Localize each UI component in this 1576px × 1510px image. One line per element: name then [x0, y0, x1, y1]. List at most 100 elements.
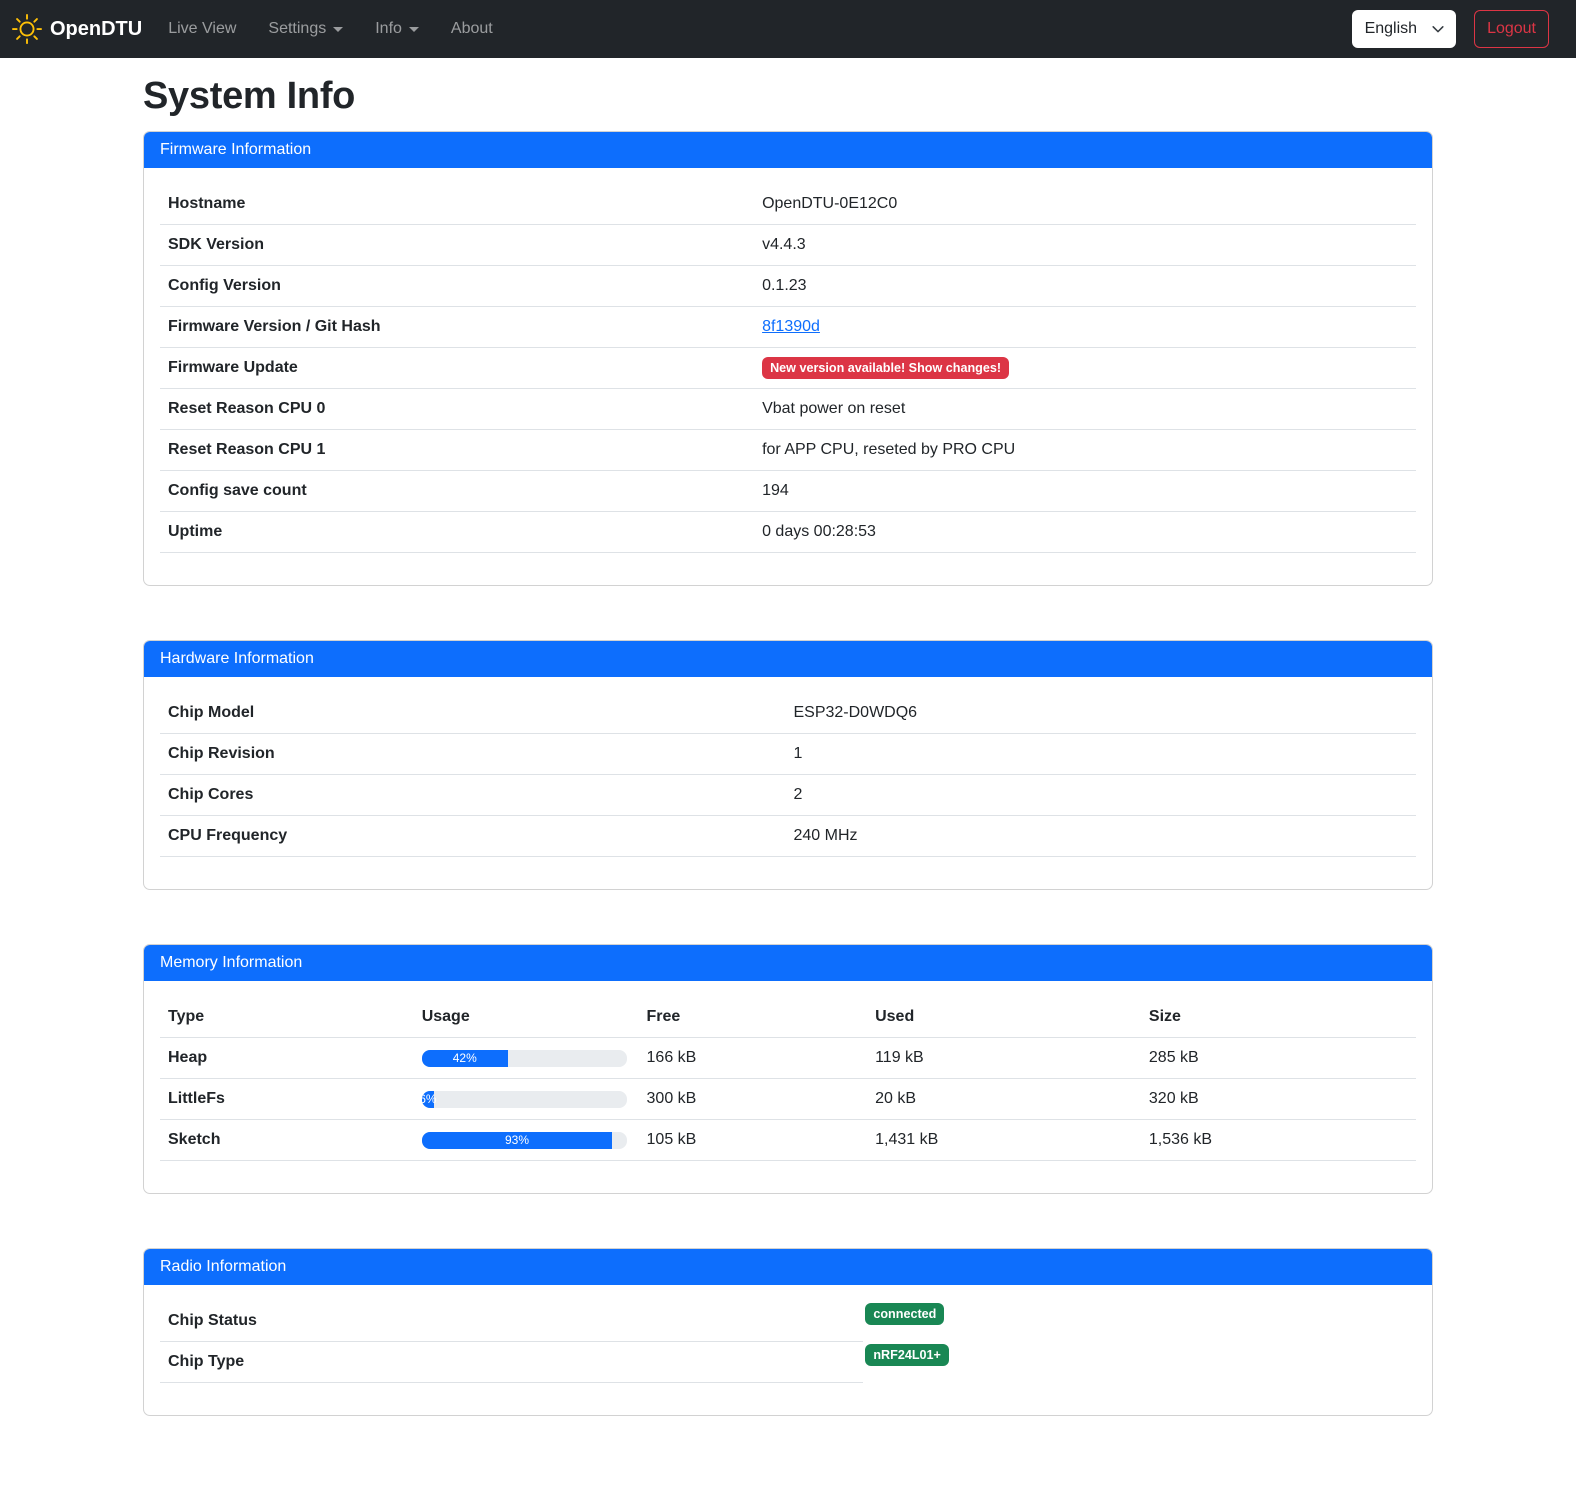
memory-card-body: Type Usage Free Used Size Heap 42%: [144, 981, 1432, 1193]
progress-bar-fill: 93%: [422, 1132, 613, 1149]
free-value: 105 kB: [647, 1131, 697, 1148]
progress-bar-fill: 42%: [422, 1050, 508, 1067]
column-header-type: Type: [160, 997, 414, 1038]
table-row-reset-reason-cpu1: Reset Reason CPU 1 for APP CPU, reseted …: [160, 430, 1416, 471]
table-row-hostname: Hostname OpenDTU-0E12C0: [160, 184, 1416, 225]
nav-links: Live View Settings Info About: [160, 12, 517, 46]
row-label: Firmware Version / Git Hash: [160, 307, 754, 348]
row-label: Reset Reason CPU 1: [160, 430, 754, 471]
table-row-chip-model: Chip Model ESP32-D0WDQ6: [160, 693, 1416, 734]
top-navbar: OpenDTU Live View Settings Info About En…: [0, 0, 1576, 58]
brand-link[interactable]: OpenDTU: [12, 14, 142, 44]
row-value: ESP32-D0WDQ6: [793, 704, 917, 721]
memory-type-label: Heap: [160, 1038, 414, 1079]
memory-card-header: Memory Information: [144, 945, 1432, 981]
size-value: 320 kB: [1149, 1090, 1199, 1107]
free-value: 300 kB: [647, 1090, 697, 1107]
table-row-git-hash: Firmware Version / Git Hash 8f1390d: [160, 307, 1416, 348]
used-value: 20 kB: [875, 1090, 916, 1107]
new-version-badge[interactable]: New version available! Show changes!: [762, 357, 1009, 379]
memory-table-header-row: Type Usage Free Used Size: [160, 997, 1416, 1038]
table-row-firmware-update: Firmware Update New version available! S…: [160, 348, 1416, 389]
hardware-information-card: Hardware Information Chip Model ESP32-D0…: [143, 640, 1433, 890]
navbar-right-group: English Logout: [1352, 10, 1549, 48]
nav-item-live-view[interactable]: Live View: [160, 12, 244, 46]
brand-label: OpenDTU: [50, 18, 142, 41]
column-header-size: Size: [1141, 997, 1416, 1038]
row-label: Chip Model: [160, 693, 785, 734]
table-row-heap: Heap 42% 166 kB 119 kB 285 kB: [160, 1038, 1416, 1079]
table-row-littlefs: LittleFs 6% 300 kB 20 kB 320 kB: [160, 1079, 1416, 1120]
firmware-card-header: Firmware Information: [144, 132, 1432, 168]
size-value: 285 kB: [1149, 1049, 1199, 1066]
caret-down-icon: [409, 27, 419, 32]
firmware-table: Hostname OpenDTU-0E12C0 SDK Version v4.4…: [160, 184, 1416, 553]
row-value: 194: [762, 482, 789, 499]
main-container: System Info Firmware Information Hostnam…: [131, 75, 1445, 1510]
table-row-config-save-count: Config save count 194: [160, 471, 1416, 512]
table-row-reset-reason-cpu0: Reset Reason CPU 0 Vbat power on reset: [160, 389, 1416, 430]
nav-item-settings-label: Settings: [268, 20, 326, 38]
hardware-table: Chip Model ESP32-D0WDQ6 Chip Revision 1 …: [160, 693, 1416, 857]
git-hash-link[interactable]: 8f1390d: [762, 318, 820, 335]
heap-usage-progress: 42%: [422, 1050, 627, 1067]
littlefs-usage-progress: 6%: [422, 1091, 627, 1108]
row-label: Chip Type: [160, 1342, 863, 1383]
row-value: 240 MHz: [793, 827, 857, 844]
chip-status-badge: connected: [865, 1303, 944, 1325]
sun-icon: [12, 14, 42, 44]
language-selected-value: English: [1365, 20, 1417, 38]
row-value: 2: [793, 786, 802, 803]
row-label: Chip Revision: [160, 734, 785, 775]
free-value: 166 kB: [647, 1049, 697, 1066]
radio-card-header: Radio Information: [144, 1249, 1432, 1285]
navbar-left-group: OpenDTU Live View Settings Info About: [12, 12, 517, 46]
row-value: 0.1.23: [762, 277, 806, 294]
column-header-used: Used: [867, 997, 1141, 1038]
row-label: Reset Reason CPU 0: [160, 389, 754, 430]
sketch-usage-progress: 93%: [422, 1132, 627, 1149]
firmware-information-card: Firmware Information Hostname OpenDTU-0E…: [143, 131, 1433, 586]
radio-table: Chip Status connected Chip Type nRF24L01…: [160, 1301, 1416, 1383]
radio-card-body: Chip Status connected Chip Type nRF24L01…: [144, 1285, 1432, 1415]
nav-item-settings[interactable]: Settings: [260, 12, 351, 46]
chevron-down-icon: [1431, 22, 1445, 36]
nav-item-info[interactable]: Info: [367, 12, 427, 46]
memory-type-label: Sketch: [160, 1120, 414, 1161]
hardware-card-body: Chip Model ESP32-D0WDQ6 Chip Revision 1 …: [144, 677, 1432, 889]
language-select[interactable]: English: [1352, 10, 1456, 48]
progress-bar-fill: 6%: [422, 1091, 434, 1108]
row-value: 1: [793, 745, 802, 762]
row-label: Firmware Update: [160, 348, 754, 389]
radio-information-card: Radio Information Chip Status connected …: [143, 1248, 1433, 1416]
hardware-card-header: Hardware Information: [144, 641, 1432, 677]
table-row-chip-type: Chip Type nRF24L01+: [160, 1342, 1416, 1383]
table-row-sketch: Sketch 93% 105 kB 1,431 kB 1,536 kB: [160, 1120, 1416, 1161]
row-value: for APP CPU, reseted by PRO CPU: [762, 441, 1015, 458]
row-label: Hostname: [160, 184, 754, 225]
row-value: 0 days 00:28:53: [762, 523, 876, 540]
table-row-config-version: Config Version 0.1.23: [160, 266, 1416, 307]
row-value: Vbat power on reset: [762, 400, 905, 417]
nav-item-about[interactable]: About: [443, 12, 501, 46]
row-label: Config save count: [160, 471, 754, 512]
memory-information-card: Memory Information Type Usage Free Used …: [143, 944, 1433, 1194]
memory-table: Type Usage Free Used Size Heap 42%: [160, 997, 1416, 1161]
row-label: CPU Frequency: [160, 816, 785, 857]
chip-type-badge: nRF24L01+: [865, 1344, 949, 1366]
row-value: OpenDTU-0E12C0: [762, 195, 897, 212]
row-label: SDK Version: [160, 225, 754, 266]
table-row-uptime: Uptime 0 days 00:28:53: [160, 512, 1416, 553]
table-row-cpu-frequency: CPU Frequency 240 MHz: [160, 816, 1416, 857]
table-row-chip-cores: Chip Cores 2: [160, 775, 1416, 816]
row-label: Config Version: [160, 266, 754, 307]
row-label: Chip Cores: [160, 775, 785, 816]
memory-type-label: LittleFs: [160, 1079, 414, 1120]
logout-button[interactable]: Logout: [1474, 10, 1549, 48]
nav-item-info-label: Info: [375, 20, 402, 38]
used-value: 119 kB: [875, 1049, 924, 1066]
caret-down-icon: [333, 27, 343, 32]
row-label: Chip Status: [160, 1301, 863, 1342]
table-row-sdk-version: SDK Version v4.4.3: [160, 225, 1416, 266]
page-title: System Info: [143, 75, 1433, 118]
